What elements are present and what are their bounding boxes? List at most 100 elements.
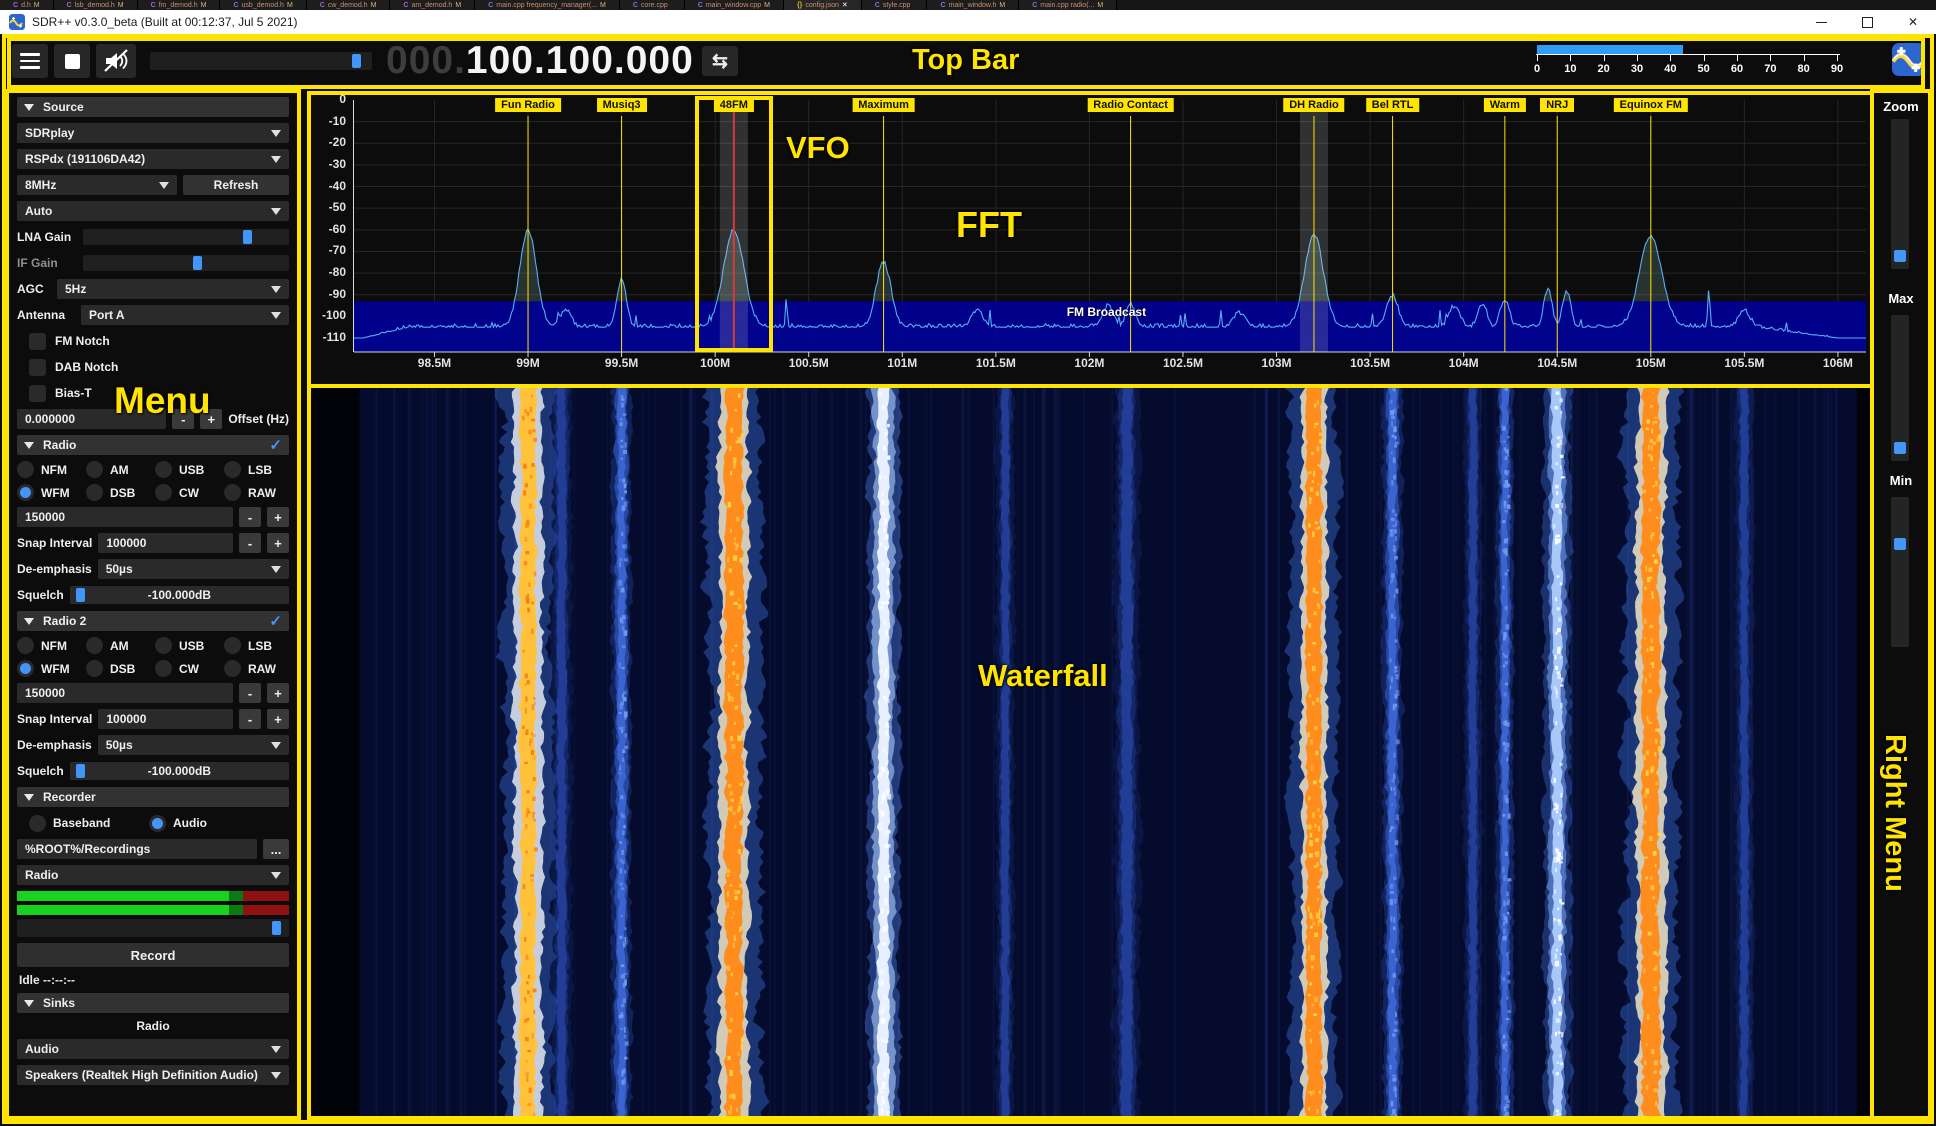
zoom-slider-handle[interactable] <box>1894 250 1906 262</box>
mode-dsb[interactable]: DSB <box>86 660 151 677</box>
mode-raw[interactable]: RAW <box>224 484 289 501</box>
station-label-warm[interactable]: Warm <box>1484 98 1526 112</box>
snap-interval-input[interactable]: 100000 <box>98 709 233 729</box>
recordings-path-input[interactable]: %ROOT%/Recordings <box>17 839 257 859</box>
vscode-tab[interactable]: Cmain.cpp frequency_manager(...M <box>475 0 620 10</box>
snap-interval-input[interactable]: 100000 <box>98 533 233 553</box>
vscode-tab[interactable]: Cstyle.cpp <box>862 0 928 10</box>
recorder-volume-handle[interactable] <box>272 921 281 935</box>
vscode-tab[interactable]: Cd.hM <box>0 0 54 10</box>
antenna-select[interactable]: Port A <box>81 305 289 325</box>
maximize-button[interactable] <box>1844 10 1890 34</box>
sinks-panel-header[interactable]: Sinks <box>17 993 289 1013</box>
agc-select[interactable]: 5Hz <box>57 279 289 299</box>
volume-slider[interactable] <box>150 52 372 70</box>
mode-cw[interactable]: CW <box>155 660 220 677</box>
bandwidth-plus-button[interactable]: + <box>267 683 289 703</box>
deemphasis-select[interactable]: 50µs <box>98 735 289 755</box>
station-label-nrj[interactable]: NRJ <box>1540 98 1574 112</box>
menu-toggle-button[interactable] <box>12 44 48 78</box>
vscode-tab-strip[interactable]: Cd.hMClsb_demod.hMCfm_demod.hMCusb_demod… <box>0 0 1936 10</box>
min-slider[interactable] <box>1891 497 1909 647</box>
radio-panel-header[interactable]: Radio ✓ <box>17 435 289 455</box>
max-slider[interactable] <box>1891 315 1909 461</box>
sink-device-select[interactable]: Speakers (Realtek High Definition Audio) <box>17 1065 289 1085</box>
station-label-musiq3[interactable]: Musiq3 <box>597 98 647 112</box>
radio2-bandwidth-input[interactable]: 150000 <box>17 683 233 703</box>
mode-lsb[interactable]: LSB <box>224 637 289 654</box>
source-device-select[interactable]: RSPdx (191106DA42) <box>17 149 289 169</box>
frequency-main-digits[interactable]: 100.100.000 <box>466 39 694 82</box>
mode-wfm[interactable]: WFM <box>17 484 82 501</box>
mode-nfm[interactable]: NFM <box>17 637 82 654</box>
sink-type-select[interactable]: Audio <box>17 1039 289 1059</box>
vscode-tab[interactable]: Ccore.cpp <box>620 0 685 10</box>
squelch-slider[interactable]: -100.000dB <box>70 762 289 780</box>
mode-am[interactable]: AM <box>86 461 151 478</box>
dab-notch-checkbox[interactable]: DAB Notch <box>17 357 289 377</box>
tab-close-icon[interactable]: ✕ <box>842 1 848 9</box>
if-gain-handle[interactable] <box>193 256 202 270</box>
vscode-tab[interactable]: Cmain.cpp radio(...M <box>1019 0 1117 10</box>
waterfall-panel[interactable] <box>308 387 1874 1120</box>
recorder-mode-audio[interactable]: Audio <box>149 815 207 832</box>
lna-gain-handle[interactable] <box>243 230 252 244</box>
mode-raw[interactable]: RAW <box>224 660 289 677</box>
recorder-panel-header[interactable]: Recorder <box>17 787 289 807</box>
min-slider-handle[interactable] <box>1894 538 1906 550</box>
vscode-tab[interactable]: Clsb_demod.hM <box>54 0 138 10</box>
mode-nfm[interactable]: NFM <box>17 461 82 478</box>
recorder-volume-slider[interactable] <box>17 919 289 937</box>
station-label-fun-radio[interactable]: Fun Radio <box>495 98 561 112</box>
record-button[interactable]: Record <box>17 943 289 967</box>
fft-panel[interactable]: 0-10-20-30-40-50-60-70-80-90-100-11098.5… <box>308 92 1874 387</box>
vscode-tab[interactable]: Cam_demod.hM <box>390 0 475 10</box>
refresh-button[interactable]: Refresh <box>183 175 289 195</box>
radio-bandwidth-input[interactable]: 150000 <box>17 507 233 527</box>
if-mode-select[interactable]: Auto <box>17 201 289 221</box>
bandwidth-plus-button[interactable]: + <box>267 507 289 527</box>
if-gain-slider[interactable] <box>83 255 289 271</box>
mute-button[interactable] <box>96 44 136 78</box>
vscode-tab[interactable]: Cmain_window.hM <box>927 0 1019 10</box>
waterfall-plot[interactable] <box>308 387 1874 1120</box>
enabled-check-icon[interactable]: ✓ <box>269 438 282 453</box>
station-label-48fm[interactable]: 48FM <box>714 98 754 112</box>
vscode-tab[interactable]: Cmain_window.cppM <box>685 0 784 10</box>
browse-button[interactable]: ... <box>263 839 289 859</box>
mode-usb[interactable]: USB <box>155 637 220 654</box>
enabled-check-icon[interactable]: ✓ <box>269 614 282 629</box>
recorder-mode-baseband[interactable]: Baseband <box>29 815 149 832</box>
fft-plot[interactable] <box>308 92 1874 387</box>
max-slider-handle[interactable] <box>1894 442 1906 454</box>
bandwidth-minus-button[interactable]: - <box>239 507 261 527</box>
close-button[interactable]: ✕ <box>1890 10 1936 34</box>
station-label-maximum[interactable]: Maximum <box>852 98 915 112</box>
bandwidth-minus-button[interactable]: - <box>239 683 261 703</box>
station-label-radio-contact[interactable]: Radio Contact <box>1087 98 1174 112</box>
mode-lsb[interactable]: LSB <box>224 461 289 478</box>
fm-notch-checkbox[interactable]: FM Notch <box>17 331 289 351</box>
minimize-button[interactable] <box>1798 10 1844 34</box>
volume-slider-handle[interactable] <box>352 54 361 68</box>
zoom-slider[interactable] <box>1891 119 1909 269</box>
deemphasis-select[interactable]: 50µs <box>98 559 289 579</box>
source-panel-header[interactable]: Source <box>17 97 289 117</box>
mode-cw[interactable]: CW <box>155 484 220 501</box>
recorder-stream-select[interactable]: Radio <box>17 865 289 885</box>
station-label-bel-rtl[interactable]: Bel RTL <box>1366 98 1420 112</box>
snap-minus-button[interactable]: - <box>239 533 261 553</box>
mode-wfm[interactable]: WFM <box>17 660 82 677</box>
station-label-equinox-fm[interactable]: Equinox FM <box>1614 98 1688 112</box>
radio2-panel-header[interactable]: Radio 2 ✓ <box>17 611 289 631</box>
squelch-handle[interactable] <box>76 588 85 602</box>
tune-swap-button[interactable]: ⇆ <box>702 46 738 76</box>
snap-plus-button[interactable]: + <box>267 709 289 729</box>
stop-button[interactable] <box>54 44 90 78</box>
lna-gain-slider[interactable] <box>83 229 289 245</box>
vscode-tab[interactable]: Cfm_demod.hM <box>138 0 221 10</box>
mode-am[interactable]: AM <box>86 637 151 654</box>
squelch-handle[interactable] <box>76 764 85 778</box>
snap-plus-button[interactable]: + <box>267 533 289 553</box>
mode-usb[interactable]: USB <box>155 461 220 478</box>
